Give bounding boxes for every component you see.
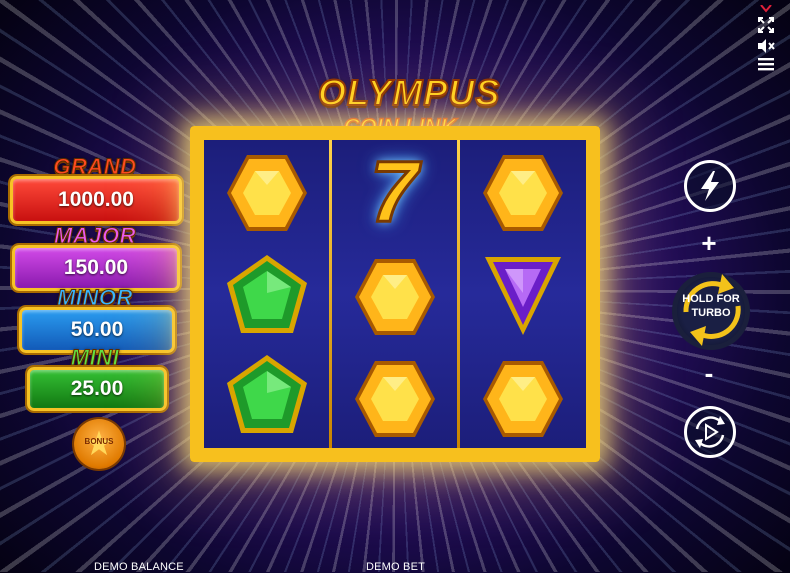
reel-divider <box>457 140 460 448</box>
seven-symbol: 7 <box>369 143 420 242</box>
jackpot-mini-value: 25.00 <box>27 367 167 411</box>
fullscreen-icon[interactable] <box>756 16 776 34</box>
sound-muted-icon[interactable] <box>756 38 776 56</box>
autoplay-icon <box>695 416 725 448</box>
green-gem-symbol <box>227 255 307 333</box>
yellow-gem-symbol <box>227 155 307 231</box>
autoplay-button[interactable] <box>684 406 736 458</box>
yellow-gem-symbol <box>355 361 435 437</box>
turbo-label: TURBO <box>691 307 731 319</box>
jackpot-grand-value: 1000.00 <box>10 176 182 224</box>
green-gem-symbol <box>227 355 307 433</box>
turbo-button[interactable] <box>684 160 736 212</box>
yellow-gem-symbol <box>355 259 435 335</box>
demo-balance-label: DEMO BALANCE <box>94 561 184 573</box>
purple-gem-symbol <box>485 257 561 335</box>
yellow-gem-symbol <box>483 361 563 437</box>
bet-decrease-button[interactable]: - <box>694 358 724 389</box>
bonus-label: BONUS <box>84 437 114 446</box>
bet-increase-button[interactable]: + <box>694 228 724 259</box>
hold-for-label: HOLD FOR <box>682 293 740 305</box>
menu-icon[interactable] <box>756 56 776 74</box>
lightning-icon <box>701 171 719 201</box>
game-logo-title: OLYMPUS <box>317 71 501 114</box>
reel-divider <box>329 140 332 448</box>
demo-bet-label: DEMO BET <box>366 561 426 573</box>
hold-for-turbo-label: HOLD FOR TURBO <box>672 292 750 320</box>
yellow-gem-symbol <box>483 155 563 231</box>
